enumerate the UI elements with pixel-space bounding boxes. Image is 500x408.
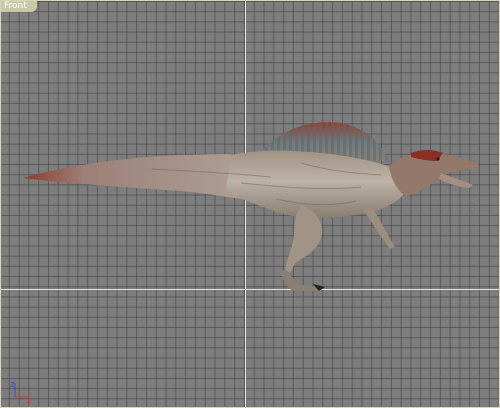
spinosaurus-model[interactable] xyxy=(1,1,500,408)
front-viewport[interactable]: Front z x xyxy=(0,0,500,408)
axis-z-label: z xyxy=(10,380,15,390)
tail xyxy=(23,154,263,201)
hindlimb xyxy=(281,206,325,291)
axis-x-label: x xyxy=(26,396,32,405)
forelimb xyxy=(363,206,395,249)
head xyxy=(389,150,479,196)
axis-gizmo: z x xyxy=(10,380,32,405)
